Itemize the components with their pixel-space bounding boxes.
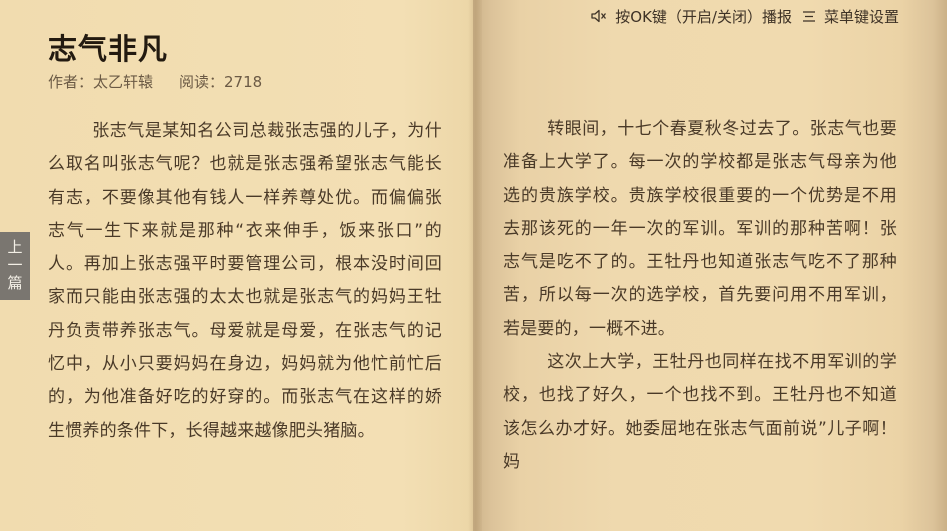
read-count: 阅读：2718	[179, 73, 263, 91]
left-column-text: 张志气是某知名公司总裁张志强的儿子，为什么取名叫张志气呢？也就是张志强希望张志气…	[48, 115, 442, 448]
prev-chapter-button[interactable]: 上一篇	[0, 232, 30, 300]
menu-settings-hint[interactable]: 菜单键设置	[802, 6, 899, 27]
tts-toggle-hint[interactable]: 按OK键（开启/关闭）播报	[591, 6, 792, 27]
paragraph: 张志气是某知名公司总裁张志强的儿子，为什么取名叫张志气呢？也就是张志强希望张志气…	[48, 121, 442, 441]
right-column-text: 转眼间，十七个春夏秋冬过去了。张志气也要准备上大学了。每一次的学校都是张志气母亲…	[503, 113, 897, 479]
paragraph: 转眼间，十七个春夏秋冬过去了。张志气也要准备上大学了。每一次的学校都是张志气母亲…	[503, 119, 897, 339]
author-label: 作者：太乙轩辕	[48, 73, 154, 91]
tts-hint-label: 按OK键（开启/关闭）播报	[615, 7, 792, 26]
paragraph: 这次上大学，王牡丹也同样在找不用军训的学校，也找了好久，一个也找不到。王牡丹也不…	[503, 352, 897, 472]
book-title: 志气非凡	[48, 32, 169, 66]
top-hint-bar: 按OK键（开启/关闭）播报 菜单键设置	[591, 6, 899, 26]
book-spine	[468, 0, 482, 531]
menu-hint-label: 菜单键设置	[823, 7, 899, 26]
menu-lines-icon	[802, 10, 815, 22]
book-meta: 作者：太乙轩辕 阅读：2718	[48, 71, 262, 92]
speaker-muted-icon	[591, 9, 607, 23]
